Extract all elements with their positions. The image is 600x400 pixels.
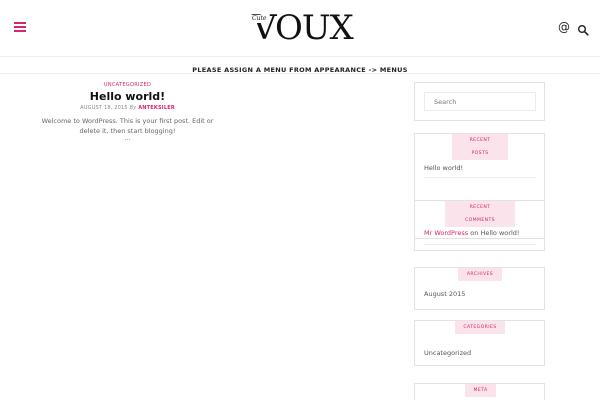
at-icon[interactable]: @	[558, 21, 570, 33]
post-meta: AUGUST 18, 2015 By ANTEKSILER	[40, 105, 215, 112]
widget-tab-categories: CATEGORIES	[455, 321, 505, 334]
post-read-more[interactable]: ...	[40, 136, 215, 142]
widget-tab-recent-comments-line1: RECENT	[445, 201, 515, 214]
widget-meta: META	[414, 383, 545, 400]
widget-tab-recent-comments-line2: COMMENTS	[445, 214, 515, 227]
post-by: By	[129, 105, 137, 111]
widget-tab-recent-posts-line1: RECENT	[452, 134, 508, 147]
comment-on: on	[470, 229, 479, 237]
widget-divider	[424, 244, 536, 245]
post-author[interactable]: ANTEKSILER	[138, 105, 175, 111]
category-item[interactable]: Uncategorized	[424, 349, 536, 358]
post-card: UNCATEGORIZED Hello world! AUGUST 18, 20…	[40, 82, 215, 142]
comment-author-link[interactable]: Mr WordPress	[424, 229, 468, 237]
recent-post-item[interactable]: Hello world!	[424, 164, 536, 173]
search-icon[interactable]	[577, 21, 589, 36]
menu-bar: PLEASE ASSIGN A MENU FROM APPEARANCE -> …	[0, 57, 600, 74]
menu-notice: PLEASE ASSIGN A MENU FROM APPEARANCE -> …	[192, 66, 408, 74]
widget-archives: ARCHIVES August 2015	[414, 267, 545, 310]
post-category[interactable]: UNCATEGORIZED	[40, 82, 215, 89]
logo-text: VOUX	[252, 8, 354, 48]
widget-tab-meta: META	[465, 384, 496, 397]
site-header: VOUX Cute @	[0, 0, 600, 57]
logo-tagline: Cute	[251, 15, 268, 23]
post-date: AUGUST 18, 2015	[80, 105, 128, 111]
widget-categories: CATEGORIES Uncategorized	[414, 320, 545, 366]
post-title[interactable]: Hello world!	[40, 90, 215, 103]
search-widget	[414, 82, 545, 121]
widget-tab-archives: ARCHIVES	[458, 268, 502, 281]
widget-recent-comments: RECENT COMMENTS Mr WordPress on Hello wo…	[414, 200, 545, 251]
search-input[interactable]	[424, 92, 536, 111]
menu-icon[interactable]	[14, 22, 26, 32]
widget-divider	[424, 177, 536, 178]
archive-item[interactable]: August 2015	[424, 290, 536, 299]
recent-comment-item: Mr WordPress on Hello world!	[424, 229, 536, 238]
comment-post-link[interactable]: Hello world!	[480, 229, 519, 237]
widget-tab-recent-posts-line2: POSTS	[452, 147, 508, 160]
site-logo[interactable]: VOUX Cute	[250, 8, 354, 48]
post-excerpt: Welcome to WordPress. This is your first…	[41, 117, 214, 135]
